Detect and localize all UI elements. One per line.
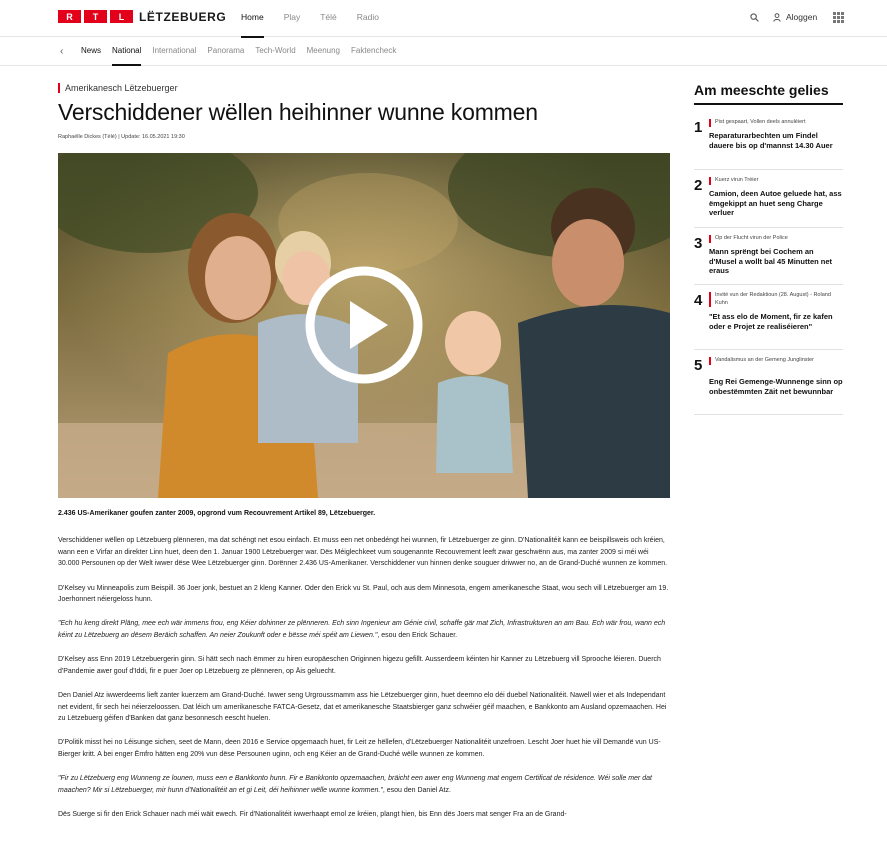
article-byline: Raphaëlle Dickes (Télé) | Update: 16.05.… (58, 134, 185, 140)
most-read-item-4[interactable]: 4 Invité vun der Redaktioun (28. August)… (694, 292, 843, 350)
paragraph: Den Daniel Atz iwwerdeems lieft zanter k… (58, 691, 667, 723)
paragraph: Dës Suerge si fir den Erick Schauer nach… (58, 810, 567, 818)
main-nav: Home Play Télé Radio (241, 0, 399, 38)
quote-attribution: , esou den Daniel Atz. (382, 786, 451, 794)
article-lead: 2.436 US-Amerikaner goufen zanter 2009, … (58, 510, 376, 517)
quote-text: "Fir zu Lëtzebuerg eng Wunneng ze lounen… (58, 775, 652, 794)
paragraph: D'Kelsey vu Minneapolis zum Beispill. 36… (58, 584, 669, 604)
rank-title[interactable]: Mann sprëngt bei Cochem an d'Musel a wol… (709, 247, 843, 276)
sub-nav: News National International Panorama Tec… (81, 37, 407, 66)
rank-tag: Kuerz virun Trèier (709, 177, 843, 185)
most-read-item-5[interactable]: 5 Vandalismus an der Gemeng Junglinster … (694, 357, 843, 415)
paragraph: D'Politik misst hei no Léisunge sichen, … (58, 739, 661, 759)
quote-paragraph: "Fir zu Lëtzebuerg eng Wunneng ze lounen… (58, 773, 670, 796)
rank-tag: Vandalismus an der Gemeng Junglinster (709, 357, 843, 365)
paragraph: D'Kelsey ass Enn 2019 Lëtzebuergerin gin… (58, 656, 661, 675)
rank-number: 1 (694, 119, 703, 136)
article-body: Verschiddener wëllen op Lëtzebuerg plënn… (58, 535, 670, 833)
rank-title[interactable]: "Et ass elo de Moment, fir ze kafen oder… (709, 312, 843, 331)
paragraph: Verschiddener wëllen op Lëtzebuerg plënn… (58, 537, 668, 568)
most-read-item-1[interactable]: 1 Pist gespaart, Vollen deels annuléiert… (694, 119, 843, 170)
subnav-panorama[interactable]: Panorama (207, 37, 244, 65)
logo-box-r: R (58, 10, 81, 23)
article-headline: Verschiddener wëllen heihinner wunne kom… (58, 99, 538, 125)
user-icon (773, 12, 781, 22)
nav-radio[interactable]: Radio (357, 0, 379, 37)
nav-play[interactable]: Play (284, 0, 301, 37)
subnav-meenung[interactable]: Meenung (307, 37, 340, 65)
article-kicker: Amerikanesch Lëtzebuerger (58, 83, 178, 93)
quote-text: "Ech hu keng direkt Pläng, mee ech wär i… (58, 620, 666, 639)
chevron-left-icon[interactable]: ‹ (60, 46, 63, 57)
logo-wordmark: LËTZEBUERG (139, 9, 227, 24)
logo-box-l: L (110, 10, 133, 23)
login-label: Aloggen (786, 12, 818, 22)
quote-paragraph: "Ech hu keng direkt Pläng, mee ech wär i… (58, 618, 670, 641)
rank-number: 3 (694, 235, 703, 252)
logo-box-t: T (84, 10, 107, 23)
nav-tele[interactable]: Télé (320, 0, 337, 37)
rank-number: 5 (694, 357, 703, 374)
nav-home[interactable]: Home (241, 0, 264, 38)
subnav-international[interactable]: International (152, 37, 196, 65)
rank-title[interactable]: Camion, deen Autoe geluede hat, ass ëmge… (709, 189, 843, 218)
search-icon[interactable] (750, 13, 759, 22)
rank-tag: Op der Flucht virun der Police (709, 235, 843, 243)
play-icon[interactable] (304, 265, 424, 385)
subnav-faktencheck[interactable]: Faktencheck (351, 37, 396, 65)
subnav-news[interactable]: News (81, 37, 101, 65)
video-player[interactable] (58, 153, 670, 498)
apps-grid-icon[interactable] (833, 12, 844, 23)
rank-title[interactable]: Eng Rei Gemenge-Wunnenge sinn op onbestë… (709, 377, 843, 396)
top-navigation: R T L LËTZEBUERG Home Play Télé Radio Al… (0, 0, 887, 38)
rank-tag: Invité vun der Redaktioun (28. August) -… (709, 292, 843, 307)
rank-number: 4 (694, 292, 703, 309)
rank-number: 2 (694, 177, 703, 194)
most-read-item-2[interactable]: 2 Kuerz virun Trèier Camion, deen Autoe … (694, 177, 843, 228)
quote-attribution: , esou den Erick Schauer. (377, 632, 458, 639)
rank-title[interactable]: Reparaturarbechten um Findel dauere bis … (709, 131, 843, 150)
login-button[interactable]: Aloggen (773, 12, 817, 22)
most-read-item-3[interactable]: 3 Op der Flucht virun der Police Mann sp… (694, 235, 843, 285)
subnav-tech-world[interactable]: Tech-World (255, 37, 295, 65)
section-navigation: ‹ News National International Panorama T… (0, 37, 887, 66)
rank-tag: Pist gespaart, Vollen deels annuléiert (709, 119, 843, 127)
most-read-title: Am meeschte gelies (694, 82, 843, 105)
subnav-national[interactable]: National (112, 37, 142, 66)
rtl-logo[interactable]: R T L LËTZEBUERG (58, 9, 227, 24)
